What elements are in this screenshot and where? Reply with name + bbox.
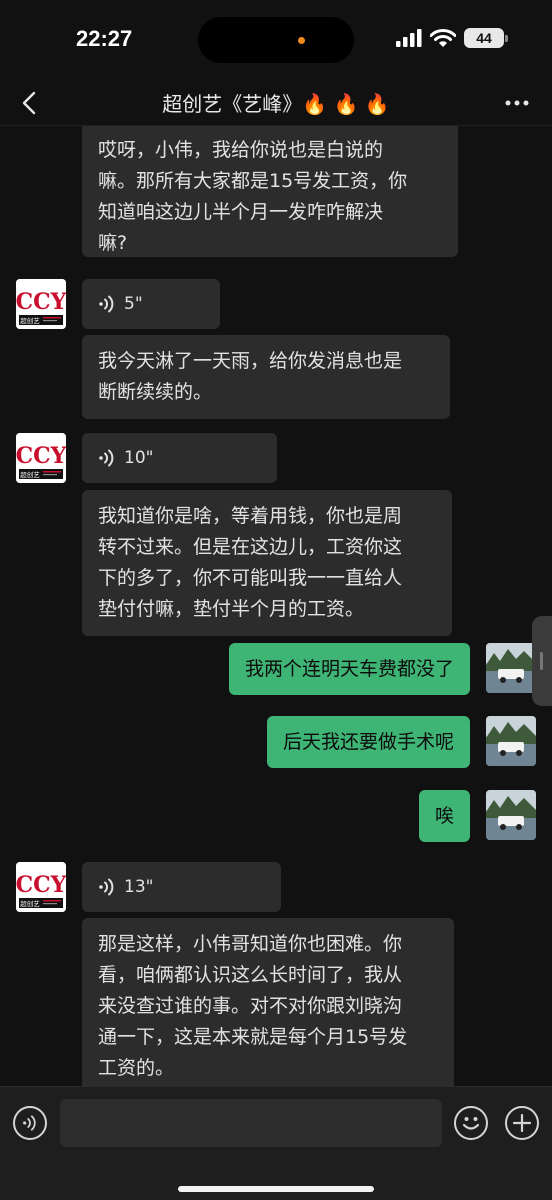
incoming-text-message[interactable]: 我知道你是啥，等着用钱，你也是周 转不过来。但是在这边儿，工资你这 下的多了，你…	[82, 490, 452, 636]
message-line: 我今天淋了一天雨，给你发消息也是	[98, 350, 403, 372]
outgoing-text-message[interactable]: 后天我还要做手术呢	[266, 716, 470, 768]
ccy-logo-icon: CCY 超创艺	[16, 279, 66, 329]
sender-avatar[interactable]: CCY 超创艺	[16, 279, 66, 329]
voice-wave-icon	[99, 449, 114, 467]
message-line: 我知道你是啥，等着用钱，你也是周	[98, 505, 403, 527]
voice-duration: 5"	[124, 294, 143, 314]
message-input[interactable]	[60, 1099, 442, 1147]
message-line: 那是这样，小伟哥知道你也困难。你	[98, 933, 403, 955]
home-indicator	[178, 1186, 374, 1192]
input-bar	[0, 1086, 552, 1200]
car-photo-avatar	[486, 716, 536, 766]
svg-text:超创艺: 超创艺	[20, 470, 40, 479]
chat-title: 超创艺《艺峰》🔥 🔥 🔥	[162, 92, 390, 116]
incoming-text-message[interactable]: 那是这样，小伟哥知道你也困难。你 看，咱俩都认识这么长时间了，我从 来没查过谁的…	[82, 918, 454, 1086]
svg-text:超创艺: 超创艺	[20, 316, 40, 325]
voice-wave-icon	[99, 878, 114, 896]
voice-input-toggle-button[interactable]	[13, 1106, 47, 1140]
voice-duration: 10"	[124, 448, 154, 468]
incoming-text-message[interactable]: 哎呀，小伟，我给你说也是白说的 嘛。那所有大家都是15号发工资，你 知道咱这边儿…	[82, 126, 458, 257]
chat-messages[interactable]: 哎呀，小伟，我给你说也是白说的 嘛。那所有大家都是15号发工资，你 知道咱这边儿…	[0, 126, 552, 1086]
car-photo-avatar	[486, 790, 536, 840]
outgoing-text-message[interactable]: 我两个连明天车费都没了	[228, 643, 470, 695]
message-line: 下的多了，你不可能叫我一一直给人	[98, 567, 403, 589]
svg-text:CCY: CCY	[16, 872, 66, 898]
message-line: 嘛。那所有大家都是15号发工资，你	[98, 170, 408, 192]
message-text: 我两个连明天车费都没了	[244, 658, 454, 680]
message-line: 看，咱俩都认识这么长时间了，我从	[98, 964, 403, 986]
sender-avatar[interactable]: CCY 超创艺	[16, 862, 66, 912]
emoji-button[interactable]	[454, 1106, 488, 1140]
incoming-voice-message[interactable]: 5"	[82, 279, 220, 329]
message-line: 嘛?	[98, 232, 128, 254]
side-drawer-handle[interactable]	[532, 616, 552, 706]
message-line: 工资的。	[98, 1057, 175, 1079]
signal-icon	[396, 29, 422, 47]
more-actions-button[interactable]	[505, 1106, 539, 1140]
my-avatar[interactable]	[486, 716, 536, 766]
ccy-logo-icon: CCY 超创艺	[16, 433, 66, 483]
message-line: 断断续续的。	[98, 381, 213, 403]
message-line: 知道咱这边儿半个月一发咋咋解决	[98, 201, 384, 223]
dynamic-island	[198, 17, 354, 63]
car-photo-avatar	[486, 643, 536, 693]
voice-wave-icon	[99, 295, 114, 313]
message-line: 来没查过谁的事。对不对你跟刘晓沟	[98, 995, 403, 1017]
svg-text:CCY: CCY	[16, 443, 66, 469]
voice-duration: 13"	[124, 877, 154, 897]
outgoing-text-message[interactable]: 唉	[418, 790, 470, 842]
incoming-text-message[interactable]: 我今天淋了一天雨，给你发消息也是 断断续续的。	[82, 335, 450, 419]
more-options-button[interactable]	[502, 88, 532, 118]
my-avatar[interactable]	[486, 643, 536, 693]
sender-avatar[interactable]: CCY 超创艺	[16, 433, 66, 483]
message-text: 后天我还要做手术呢	[282, 731, 454, 753]
smiley-icon	[462, 1117, 480, 1130]
voice-wave-icon	[23, 1115, 36, 1131]
chat-header: 超创艺《艺峰》🔥 🔥 🔥	[0, 80, 552, 126]
ccy-logo-icon: CCY 超创艺	[16, 862, 66, 912]
privacy-indicator-dot	[298, 37, 305, 44]
status-time: 22:27	[76, 26, 133, 51]
message-line: 垫付付嘛，垫付半个月的工资。	[98, 598, 365, 620]
message-text: 唉	[434, 805, 454, 827]
battery-indicator: 44	[464, 28, 508, 48]
svg-text:超创艺: 超创艺	[20, 899, 40, 908]
status-icons: 44	[396, 28, 508, 48]
my-avatar[interactable]	[486, 790, 536, 840]
incoming-voice-message[interactable]: 10"	[82, 433, 277, 483]
status-bar: 22:27 44	[0, 0, 552, 80]
message-line: 哎呀，小伟，我给你说也是白说的	[98, 139, 384, 161]
plus-icon	[513, 1114, 531, 1132]
wifi-icon	[430, 28, 456, 47]
message-line: 转不过来。但是在这边儿，工资你这	[98, 536, 403, 558]
incoming-voice-message[interactable]: 13"	[82, 862, 281, 912]
more-icon	[505, 100, 529, 106]
message-line: 通一下，这是本来就是每个月15号发	[98, 1026, 408, 1048]
svg-text:CCY: CCY	[16, 289, 66, 315]
